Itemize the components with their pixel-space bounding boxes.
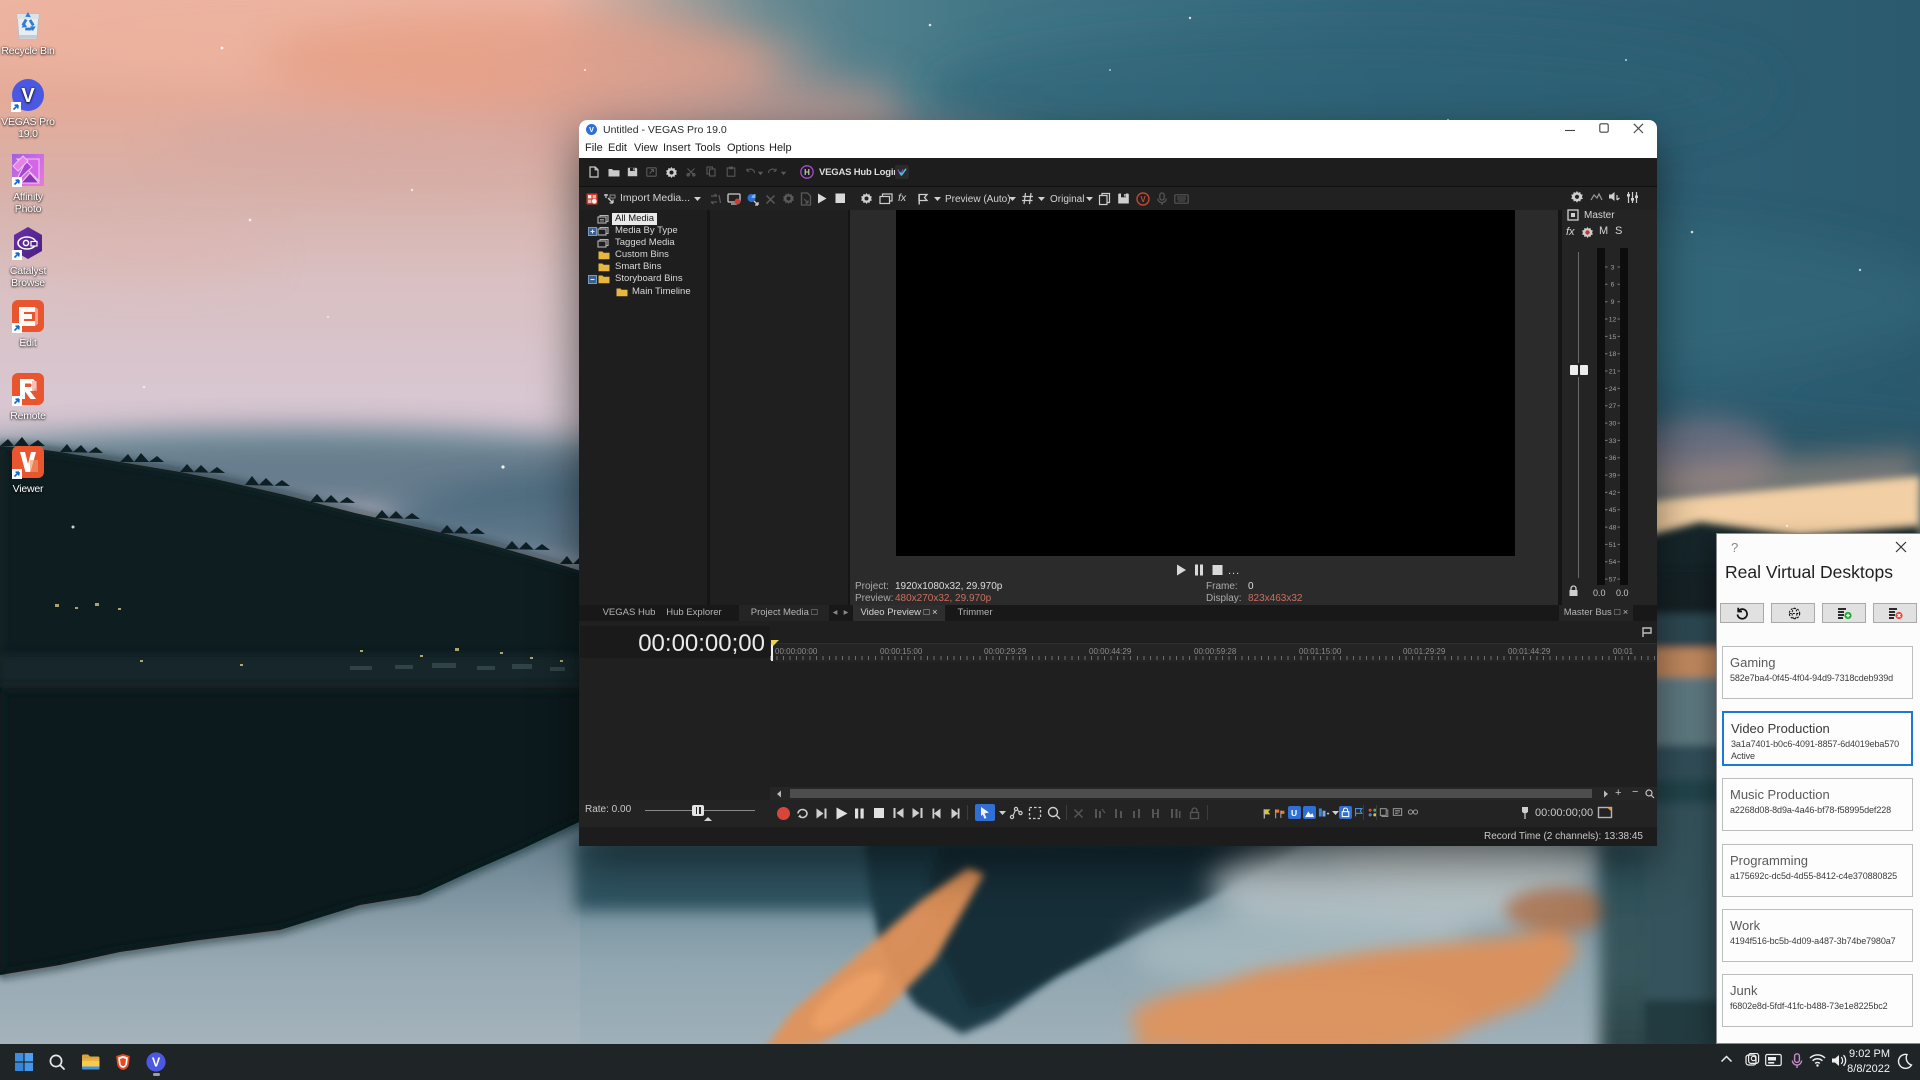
svg-text:V: V [1140, 195, 1146, 204]
svg-text:3: 3 [1611, 264, 1615, 271]
svg-text:54: 54 [1609, 559, 1617, 566]
svg-text:V: V [589, 125, 594, 134]
svg-text:18: 18 [1609, 351, 1617, 358]
svg-text:21: 21 [1609, 368, 1617, 375]
svg-text:6: 6 [1611, 282, 1615, 289]
svg-text:36: 36 [1609, 455, 1617, 462]
svg-text:12: 12 [1609, 316, 1617, 323]
svg-text:48: 48 [1609, 525, 1617, 532]
svg-text:45: 45 [1609, 507, 1617, 514]
svg-text:42: 42 [1609, 490, 1617, 497]
svg-text:39: 39 [1609, 473, 1617, 480]
svg-text:V: V [21, 85, 35, 107]
svg-text:30: 30 [1609, 421, 1617, 428]
svg-text:9: 9 [1611, 299, 1615, 306]
svg-text:24: 24 [1609, 386, 1617, 393]
svg-text:27: 27 [1609, 403, 1617, 410]
svg-text:57: 57 [1609, 577, 1617, 584]
svg-text:H: H [804, 168, 810, 177]
svg-text:15: 15 [1609, 334, 1617, 341]
svg-text:33: 33 [1609, 438, 1617, 445]
svg-text:51: 51 [1609, 542, 1617, 549]
svg-text:V: V [152, 1056, 161, 1070]
